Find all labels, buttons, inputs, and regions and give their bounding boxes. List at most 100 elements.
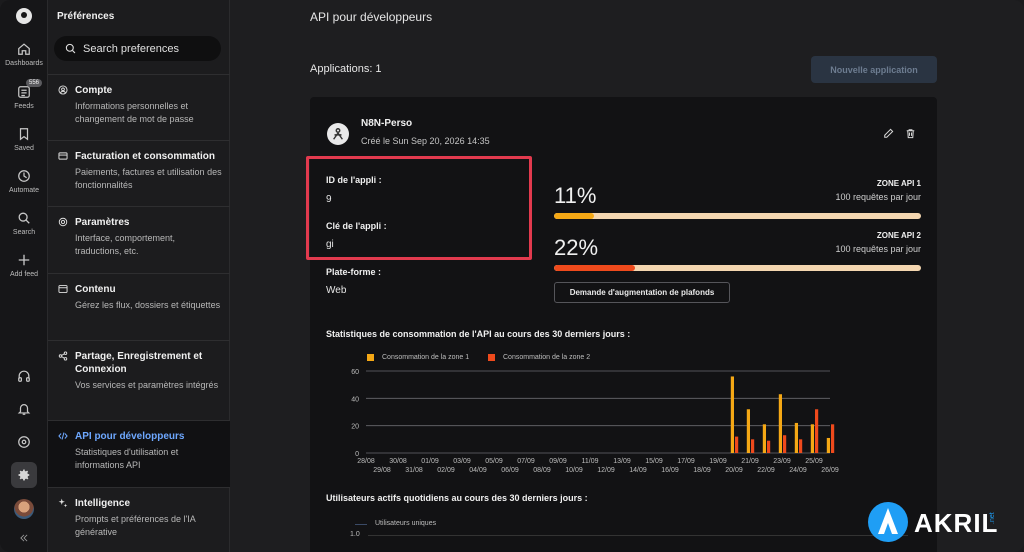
- sidebar-item-partage[interactable]: Partage, Enregistrement et Connexion Vos…: [48, 340, 230, 420]
- search-icon: [18, 212, 30, 224]
- automate-icon: [18, 170, 30, 182]
- rail-headphones[interactable]: [0, 369, 48, 383]
- feeds-icon: [18, 86, 30, 98]
- x-tick-label: 02/09: [437, 467, 455, 474]
- y-tick-label: 20: [351, 424, 359, 431]
- x-tick-label: 30/08: [389, 458, 407, 465]
- y-tick-label: 60: [351, 369, 359, 376]
- sidebar-item-compte[interactable]: Compte Informations personnelles et chan…: [48, 74, 230, 140]
- bell-icon: [17, 404, 31, 415]
- svg-text:AKRIL: AKRIL: [914, 508, 998, 538]
- preferences-sidebar: Préférences Compte Informations personne…: [48, 0, 230, 552]
- trash-icon[interactable]: [905, 128, 916, 139]
- sidebar-item-desc: Informations personnelles et changement …: [75, 101, 194, 124]
- x-tick-label: 11/09: [582, 458, 599, 465]
- platform-label: Plate-forme :: [326, 267, 382, 277]
- x-tick-label: 12/09: [597, 467, 615, 474]
- share-icon: [58, 351, 68, 361]
- x-tick-label: 17/09: [677, 458, 695, 465]
- chevrons-left-icon: [20, 534, 28, 542]
- bar-zone2: [815, 409, 819, 453]
- zone1-percent: 11%: [554, 183, 597, 208]
- bar-zone2: [767, 440, 771, 453]
- platform-value: Web: [326, 285, 347, 296]
- x-tick-label: 28/08: [357, 458, 375, 465]
- zone2-info: ZONE API 2 100 requêtes par jour: [835, 231, 921, 254]
- x-tick-label: 03/09: [453, 458, 471, 465]
- bar-zone2: [783, 435, 787, 453]
- rail-label: Saved: [14, 145, 34, 152]
- bar-zone1: [762, 424, 766, 453]
- applications-count: Applications: 1: [310, 63, 382, 75]
- app-logo-icon: [327, 123, 349, 145]
- zone2-percent: 22%: [554, 235, 599, 260]
- legend-unique-users: Utilisateurs uniques: [355, 520, 436, 527]
- search-input[interactable]: [83, 42, 213, 55]
- bar-zone1: [826, 437, 830, 453]
- rail-item-search[interactable]: Search: [0, 211, 48, 236]
- rail-item-dashboards[interactable]: Dashboards: [0, 42, 48, 67]
- legend-unique-users-label: Utilisateurs uniques: [375, 520, 437, 527]
- gear-icon: [58, 217, 68, 227]
- sidebar-item-parametres[interactable]: Paramètres Interface, comportement, trad…: [48, 206, 230, 273]
- sidebar-item-api[interactable]: API pour développeurs Statistiques d'uti…: [48, 420, 230, 487]
- zone1-title: ZONE API 1: [876, 179, 921, 188]
- y-tick-label: 40: [351, 396, 359, 403]
- bar-zone1: [746, 409, 750, 453]
- sidebar-item-title: Paramètres: [75, 217, 130, 228]
- new-application-button[interactable]: Nouvelle application: [811, 56, 937, 83]
- bar-zone1: [730, 376, 734, 453]
- sparkle-icon: [58, 498, 68, 508]
- x-tick-label: 16/09: [661, 467, 679, 474]
- consumption-stats-title: Statistiques de consommation de l'API au…: [326, 329, 631, 339]
- search-box[interactable]: [54, 36, 221, 61]
- x-tick-label: 10/09: [565, 467, 583, 474]
- rail-item-add-feed[interactable]: Add feed: [0, 253, 48, 278]
- zone2-progress-bar: [554, 265, 921, 271]
- x-tick-label: 29/08: [373, 467, 391, 474]
- rail-item-saved[interactable]: Saved: [0, 127, 48, 152]
- x-tick-label: 22/09: [757, 467, 775, 474]
- x-tick-label: 18/09: [693, 467, 711, 474]
- bar-zone2: [799, 439, 803, 453]
- rail-item-automate[interactable]: Automate: [0, 169, 48, 194]
- x-tick-label: 05/09: [485, 458, 503, 465]
- dau-y-tick: 1.0: [350, 531, 360, 538]
- sidebar-item-facturation[interactable]: Facturation et consommation Paiements, f…: [48, 140, 230, 206]
- bar-zone1: [794, 422, 798, 453]
- search-icon: [65, 43, 76, 54]
- x-tick-label: 24/09: [789, 467, 807, 474]
- bookmark-icon: [19, 128, 29, 141]
- legend-zone1-label: Consommation de la zone 1: [382, 354, 470, 361]
- avatar[interactable]: [14, 499, 34, 519]
- x-tick-label: 19/09: [709, 458, 727, 465]
- x-tick-label: 25/09: [805, 458, 823, 465]
- x-tick-label: 21/09: [741, 458, 759, 465]
- bar-zone2: [831, 424, 835, 453]
- zone1-progress-bar: [554, 213, 921, 219]
- page-title: API pour développeurs: [310, 10, 433, 24]
- rail-settings-button[interactable]: [11, 462, 37, 488]
- app-name: N8N-Perso: [361, 118, 413, 129]
- bar-zone2: [735, 436, 739, 453]
- bar-zone1: [778, 394, 782, 453]
- rail-notifications[interactable]: [0, 402, 48, 416]
- collapse-rail-button[interactable]: [0, 533, 48, 543]
- sidebar-item-title: Intelligence: [75, 498, 131, 509]
- credit-card-icon: [58, 152, 68, 160]
- sidebar-item-title: API pour développeurs: [75, 431, 185, 442]
- app-logo-icon[interactable]: [16, 8, 32, 24]
- sidebar-item-contenu[interactable]: Contenu Gérez les flux, dossiers et étiq…: [48, 273, 230, 340]
- rail-item-feeds[interactable]: 556 Feeds: [0, 79, 48, 110]
- dau-title: Utilisateurs actifs quotidiens au cours …: [326, 493, 588, 503]
- rail-label: Search: [12, 229, 36, 236]
- dau-gridline: [368, 535, 908, 536]
- zone2-subtitle: 100 requêtes par jour: [835, 244, 921, 254]
- sidebar-item-intelligence[interactable]: Intelligence Prompts et préférences de l…: [48, 487, 230, 552]
- sidebar-item-desc: Paiements, factures et utilisation des f…: [75, 167, 222, 190]
- pencil-icon[interactable]: [883, 128, 894, 139]
- request-limit-increase-button[interactable]: Demande d'augmentation de plafonds: [554, 282, 730, 303]
- rail-integrations[interactable]: [0, 435, 48, 449]
- akril-watermark-logo: AKRIL .net: [868, 502, 998, 542]
- code-icon: [58, 432, 68, 440]
